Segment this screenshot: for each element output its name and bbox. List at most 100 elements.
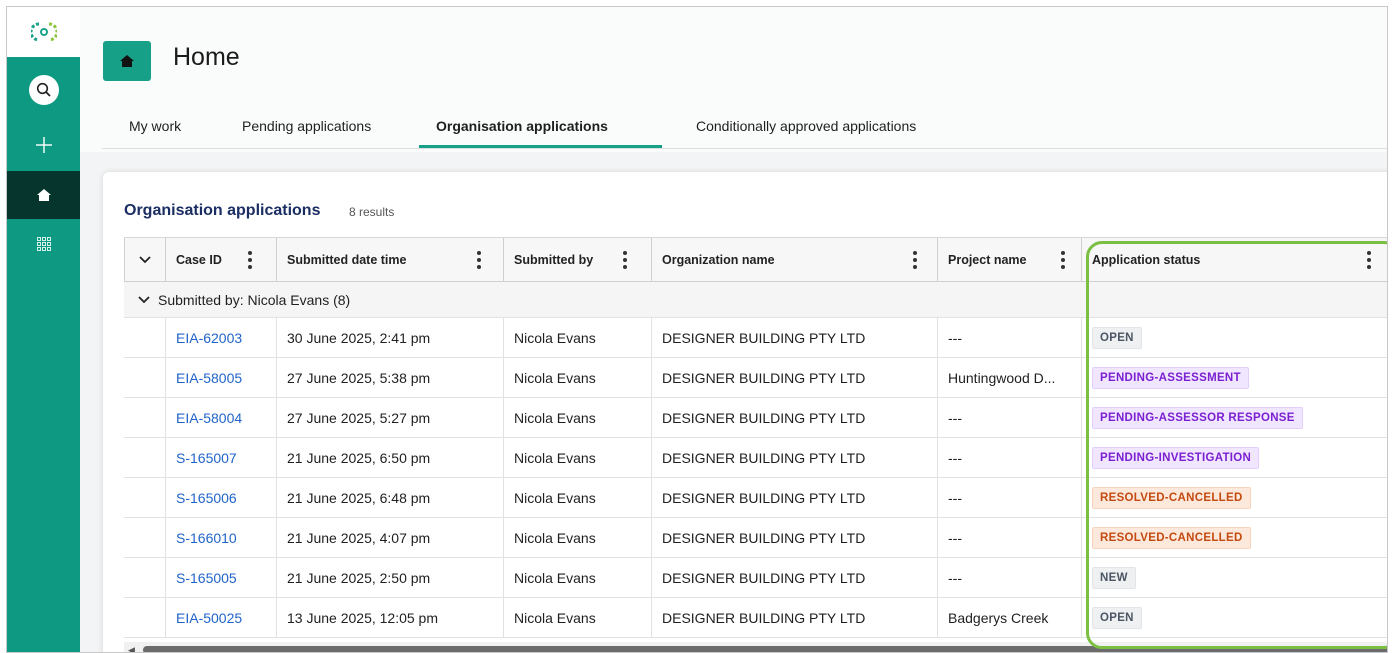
submitted-date-cell: 27 June 2025, 5:27 pm (276, 398, 503, 437)
project-name-cell: --- (937, 478, 1081, 517)
application-status-cell: OPEN (1081, 598, 1387, 637)
column-menu-icon[interactable] (1367, 250, 1371, 269)
chevron-down-icon (139, 255, 151, 263)
table-row[interactable]: S-165006 21 June 2025, 6:48 pm Nicola Evan… (124, 478, 1387, 518)
project-name-cell: --- (937, 438, 1081, 477)
submitted-by-cell: Nicola Evans (503, 518, 651, 557)
organization-name-cell: DESIGNER BUILDING PTY LTD (651, 398, 937, 437)
submitted-by-cell: Nicola Evans (503, 318, 651, 357)
submitted-date-cell: 21 June 2025, 2:50 pm (276, 558, 503, 597)
case-id-cell: EIA-58004 (165, 398, 276, 437)
organization-name-cell: DESIGNER BUILDING PTY LTD (651, 438, 937, 477)
column-header-organization-name[interactable]: Organization name (651, 238, 937, 281)
organization-name-cell: DESIGNER BUILDING PTY LTD (651, 358, 937, 397)
submitted-date-cell: 21 June 2025, 4:07 pm (276, 518, 503, 557)
column-menu-icon[interactable] (623, 250, 627, 269)
tab-conditionally-approved-applications[interactable]: Conditionally approved applications (696, 107, 916, 149)
case-id-link[interactable]: S-166010 (176, 530, 237, 546)
organization-name-cell: DESIGNER BUILDING PTY LTD (651, 598, 937, 637)
app-window: Home My work Pending applications Organi… (6, 6, 1388, 653)
table-row[interactable]: S-165005 21 June 2025, 2:50 pm Nicola Evan… (124, 558, 1387, 598)
row-spacer-cell (124, 318, 165, 357)
scroll-left-icon[interactable]: ◀ (128, 645, 135, 652)
page-title: Home (173, 43, 240, 71)
case-id-cell: S-165006 (165, 478, 276, 517)
status-badge: PENDING-INVESTIGATION (1092, 446, 1260, 469)
project-name-cell: Badgerys Creek (937, 598, 1081, 637)
case-id-link[interactable]: S-165007 (176, 450, 237, 466)
tab-organisation-applications[interactable]: Organisation applications (436, 107, 608, 149)
sidebar (7, 7, 80, 652)
table-row[interactable]: S-165007 21 June 2025, 6:50 pm Nicola Evan… (124, 438, 1387, 478)
organization-name-cell: DESIGNER BUILDING PTY LTD (651, 318, 937, 357)
plus-icon (35, 137, 52, 153)
application-status-cell: RESOLVED-CANCELLED (1081, 478, 1387, 517)
sidebar-apps-button[interactable] (7, 229, 80, 259)
case-id-link[interactable]: S-165005 (176, 570, 237, 586)
column-menu-icon[interactable] (477, 250, 481, 269)
active-tab-indicator (419, 145, 662, 148)
case-id-cell: EIA-50025 (165, 598, 276, 637)
case-id-link[interactable]: EIA-58004 (176, 410, 242, 426)
submitted-date-cell: 21 June 2025, 6:48 pm (276, 478, 503, 517)
table-row[interactable]: EIA-58005 27 June 2025, 5:38 pm Nicola Eva… (124, 358, 1387, 398)
column-header-project-name[interactable]: Project name (937, 238, 1081, 281)
submitted-by-cell: Nicola Evans (503, 438, 651, 477)
column-header-submitted-date-time[interactable]: Submitted date time (276, 238, 503, 281)
case-id-link[interactable]: S-165006 (176, 490, 237, 506)
column-label: Organization name (662, 252, 775, 267)
row-spacer-cell (124, 518, 165, 557)
submitted-date-cell: 13 June 2025, 12:05 pm (276, 598, 503, 637)
column-menu-icon[interactable] (248, 250, 252, 269)
submitted-by-cell: Nicola Evans (503, 558, 651, 597)
column-menu-icon[interactable] (1061, 250, 1065, 269)
column-header-application-status[interactable]: Application status (1081, 238, 1387, 281)
column-header-case-id[interactable]: Case ID (165, 238, 276, 281)
table-row[interactable]: S-166010 21 June 2025, 4:07 pm Nicola Evan… (124, 518, 1387, 558)
table-row[interactable]: EIA-58004 27 June 2025, 5:27 pm Nicola Eva… (124, 398, 1387, 438)
expand-all-toggle[interactable] (124, 238, 165, 281)
group-row[interactable]: Submitted by: Nicola Evans (8) (124, 282, 1387, 318)
application-status-cell: NEW (1081, 558, 1387, 597)
table-row[interactable]: EIA-50025 13 June 2025, 12:05 pm Nicola Ev… (124, 598, 1387, 638)
row-spacer-cell (124, 478, 165, 517)
column-label: Case ID (176, 252, 222, 267)
project-name-cell: --- (937, 558, 1081, 597)
scrollbar-thumb[interactable] (143, 646, 1387, 652)
row-spacer-cell (124, 438, 165, 477)
tab-my-work[interactable]: My work (129, 107, 181, 149)
column-menu-icon[interactable] (913, 250, 917, 269)
applications-card: Organisation applications 8 results Case… (103, 172, 1387, 652)
application-status-cell: PENDING-ASSESSMENT (1081, 358, 1387, 397)
status-badge: OPEN (1092, 326, 1142, 349)
search-icon (36, 82, 51, 97)
case-id-cell: S-166010 (165, 518, 276, 557)
case-id-link[interactable]: EIA-58005 (176, 370, 242, 386)
case-id-link[interactable]: EIA-62003 (176, 330, 242, 346)
results-count: 8 results (349, 205, 395, 219)
row-spacer-cell (124, 358, 165, 397)
page-header: Home My work Pending applications Organi… (80, 7, 1387, 152)
submitted-date-cell: 30 June 2025, 2:41 pm (276, 318, 503, 357)
sidebar-home-button[interactable] (7, 171, 80, 219)
column-label: Submitted date time (287, 252, 407, 267)
sidebar-create-button[interactable] (7, 127, 80, 163)
table-header-row: Case ID Submitted date time Submitted by… (124, 237, 1387, 282)
horizontal-scrollbar[interactable]: ◀ (124, 642, 1387, 652)
app-logo[interactable] (7, 7, 80, 57)
card-title: Organisation applications (124, 202, 321, 219)
case-id-link[interactable]: EIA-50025 (176, 610, 242, 626)
table-row[interactable]: EIA-62003 30 June 2025, 2:41 pm Nicola Eva… (124, 318, 1387, 358)
submitted-by-cell: Nicola Evans (503, 398, 651, 437)
submitted-date-cell: 21 June 2025, 6:50 pm (276, 438, 503, 477)
case-id-cell: S-165007 (165, 438, 276, 477)
sidebar-search-button[interactable] (7, 72, 80, 108)
case-id-cell: S-165005 (165, 558, 276, 597)
tab-pending-applications[interactable]: Pending applications (242, 107, 371, 149)
home-icon (120, 55, 134, 67)
application-status-cell: OPEN (1081, 318, 1387, 357)
page-icon-badge (103, 41, 151, 81)
submitted-by-cell: Nicola Evans (503, 358, 651, 397)
column-header-submitted-by[interactable]: Submitted by (503, 238, 651, 281)
column-label: Application status (1092, 252, 1201, 267)
